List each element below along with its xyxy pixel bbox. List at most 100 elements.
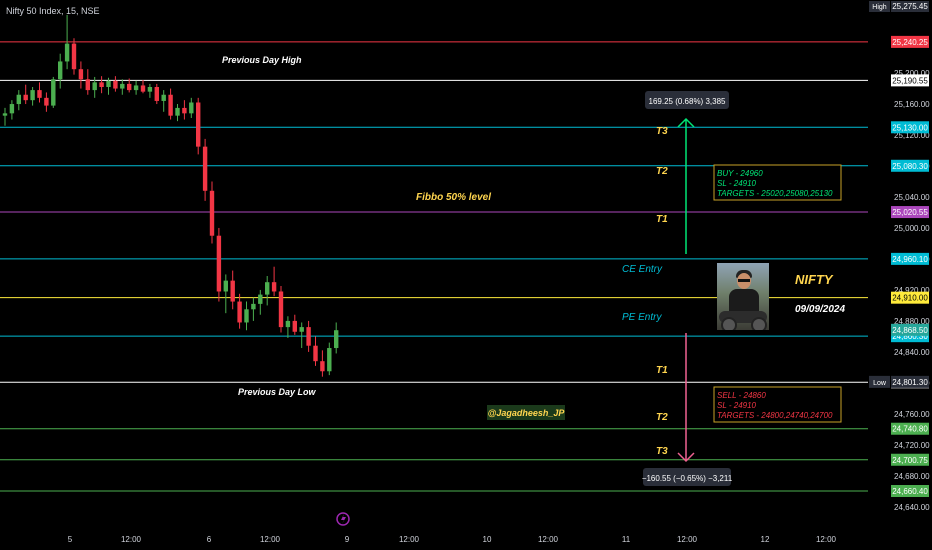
price-tag-9: 24,740.80 bbox=[892, 425, 928, 434]
symbol-title: Nifty 50 Index, 15, NSE bbox=[6, 6, 100, 16]
t1-up-label: T1 bbox=[656, 214, 668, 225]
price-tag-2: 25,130.00 bbox=[892, 123, 928, 132]
candle-body-1 bbox=[9, 104, 15, 114]
x-tick-label: 11 bbox=[622, 535, 631, 544]
price-tag-6: 24,910.00 bbox=[892, 294, 928, 303]
candle-body-48 bbox=[334, 330, 339, 349]
t1-down-label: T1 bbox=[656, 365, 668, 376]
x-tick-label: 12:00 bbox=[399, 535, 420, 544]
candle-body-11 bbox=[78, 69, 84, 80]
price-tag-10: 24,700.75 bbox=[892, 456, 928, 465]
sell-line-1: SELL - 24860 bbox=[717, 391, 766, 400]
candle-body-40 bbox=[278, 291, 284, 328]
sell-line-3: TARGETS - 24800,24740,24700 bbox=[717, 411, 833, 420]
candles-layer bbox=[2, 14, 339, 377]
t2-up-label: T2 bbox=[656, 166, 668, 177]
candle-body-45 bbox=[313, 345, 318, 362]
handle-text: @Jagadheesh_JP bbox=[488, 408, 566, 418]
candle-body-41 bbox=[285, 320, 291, 328]
low-tag: Low bbox=[873, 380, 887, 387]
candle-body-20 bbox=[140, 85, 146, 92]
y-tick-label: 24,640.00 bbox=[894, 503, 930, 512]
measure-down-text: −160.55 (−0.65%) −3,211 bbox=[642, 474, 733, 483]
candle-body-12 bbox=[85, 79, 90, 91]
y-tick-label: 25,000.00 bbox=[894, 224, 930, 233]
candle-body-10 bbox=[71, 43, 77, 70]
high-tag: High bbox=[872, 4, 887, 11]
candle-body-0 bbox=[2, 113, 8, 116]
x-tick-label: 6 bbox=[207, 535, 212, 544]
candle-body-43 bbox=[299, 327, 304, 332]
t3-up-label: T3 bbox=[656, 126, 668, 137]
candle-body-6 bbox=[44, 97, 49, 106]
candle-body-25 bbox=[175, 107, 180, 116]
candle-body-2 bbox=[16, 94, 21, 105]
candle-body-24 bbox=[168, 94, 173, 116]
y-tick-label: 24,720.00 bbox=[894, 441, 930, 450]
sell-line-2: SL - 24910 bbox=[717, 401, 757, 410]
pe-entry-label: PE Entry bbox=[622, 312, 662, 323]
author-photo bbox=[717, 263, 769, 330]
fibbo-label: Fibbo 50% level bbox=[416, 192, 491, 203]
t3-down-label: T3 bbox=[656, 446, 668, 457]
candle-body-4 bbox=[30, 90, 35, 101]
candle-body-33 bbox=[230, 280, 235, 302]
candle-body-38 bbox=[265, 282, 270, 295]
candle-body-39 bbox=[271, 282, 277, 292]
x-tick-label: 12:00 bbox=[677, 535, 698, 544]
candle-body-32 bbox=[223, 280, 228, 292]
price-tag-11: 24,660.40 bbox=[892, 487, 928, 496]
candle-body-8 bbox=[58, 61, 63, 80]
y-tick-label: 24,840.00 bbox=[894, 348, 930, 357]
x-tick-label: 12:00 bbox=[260, 535, 281, 544]
candle-body-47 bbox=[327, 348, 332, 372]
candle-body-28 bbox=[196, 102, 201, 147]
y-tick-label: 24,680.00 bbox=[894, 472, 930, 481]
candle-body-15 bbox=[106, 80, 111, 88]
candle-body-5 bbox=[37, 90, 42, 98]
price-tag-0: 25,240.25 bbox=[892, 38, 928, 47]
ce-entry-label: CE Entry bbox=[622, 264, 663, 275]
price-tag-4: 25,020.55 bbox=[892, 208, 928, 217]
nifty-label: NIFTY bbox=[795, 272, 834, 287]
candle-body-17 bbox=[120, 83, 125, 89]
date-label: 09/09/2024 bbox=[795, 304, 845, 315]
x-tick-label: 12:00 bbox=[121, 535, 142, 544]
y-tick-label: 25,160.00 bbox=[894, 100, 930, 109]
candle-body-30 bbox=[209, 190, 215, 236]
x-tick-label: 12:00 bbox=[816, 535, 837, 544]
candle-body-21 bbox=[147, 87, 153, 92]
price-tag-5: 24,960.10 bbox=[892, 255, 928, 264]
x-tick-label: 12 bbox=[761, 535, 770, 544]
x-tick-label: 12:00 bbox=[538, 535, 559, 544]
prev-high-label: Previous Day High bbox=[222, 55, 302, 65]
candle-body-37 bbox=[258, 294, 263, 304]
candle-body-19 bbox=[133, 85, 139, 91]
candle-body-29 bbox=[202, 146, 208, 191]
y-tick-label: 25,040.00 bbox=[894, 193, 930, 202]
y-tick-label: 24,760.00 bbox=[894, 410, 930, 419]
candle-body-9 bbox=[64, 43, 70, 62]
candle-body-34 bbox=[237, 301, 242, 323]
high-value: 25,275.45 bbox=[892, 2, 928, 11]
candle-body-18 bbox=[127, 83, 132, 91]
candle-body-22 bbox=[154, 87, 159, 101]
x-tick-label: 9 bbox=[345, 535, 350, 544]
candle-body-26 bbox=[182, 107, 187, 114]
t2-down-label: T2 bbox=[656, 412, 668, 423]
candle-body-46 bbox=[320, 361, 325, 372]
candle-body-14 bbox=[99, 82, 104, 88]
candle-body-44 bbox=[306, 327, 311, 346]
x-tick-label: 5 bbox=[68, 535, 73, 544]
candle-body-7 bbox=[51, 79, 56, 106]
price-tag-1: 25,190.55 bbox=[892, 76, 928, 85]
buy-line-3: TARGETS - 25020,25080,25130 bbox=[717, 189, 833, 198]
price-tag-3: 25,080.30 bbox=[892, 162, 928, 171]
candle-body-27 bbox=[189, 102, 194, 114]
candle-body-13 bbox=[92, 82, 97, 91]
candle-body-35 bbox=[244, 309, 249, 323]
candle-body-42 bbox=[292, 320, 297, 332]
candle-body-16 bbox=[113, 80, 118, 89]
current-price-tag: 24,868.50 bbox=[892, 326, 928, 335]
chart-canvas[interactable]: Nifty 50 Index, 15, NSE Previous Day Hig… bbox=[0, 0, 932, 550]
